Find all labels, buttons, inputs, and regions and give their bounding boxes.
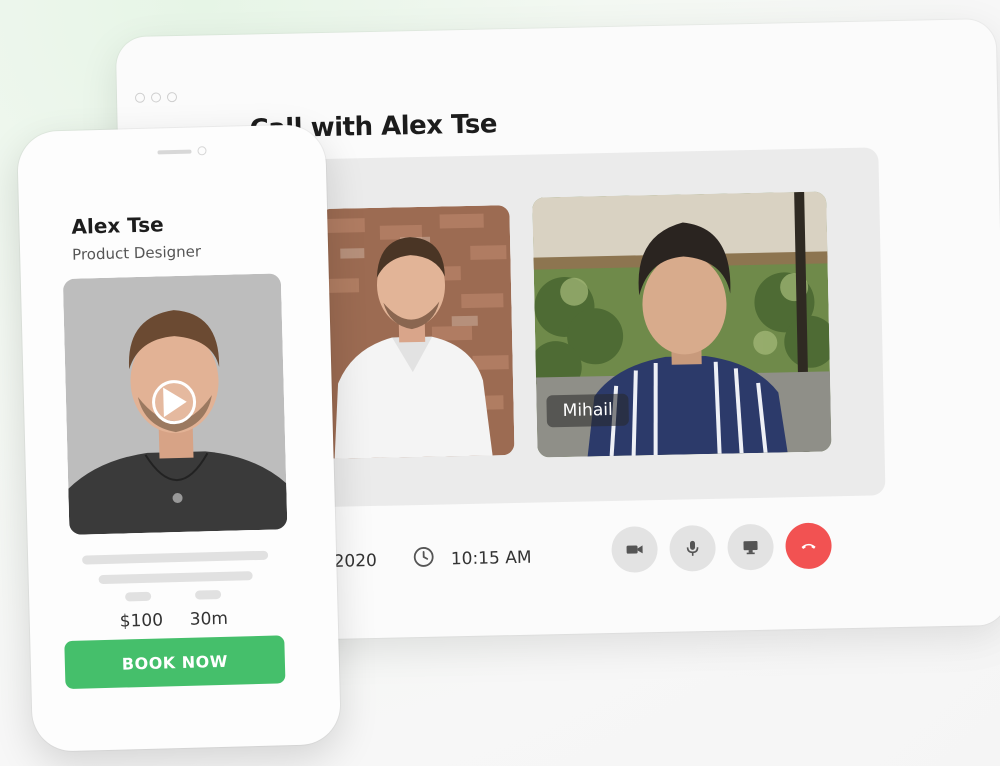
call-time: 10:15 AM	[450, 547, 532, 569]
participant-video-alex	[319, 205, 515, 459]
participant-name-tag: Mihail	[546, 393, 630, 428]
play-icon	[163, 387, 187, 418]
placeholder-line	[125, 591, 152, 602]
window-dot[interactable]	[134, 92, 146, 103]
book-now-button[interactable]: BOOK NOW	[64, 635, 286, 690]
screen-share-icon	[743, 540, 758, 555]
screen-share-button[interactable]	[727, 523, 775, 571]
profile-name: Alex Tse	[71, 212, 164, 239]
video-camera-icon	[626, 545, 643, 554]
video-toggle-button[interactable]	[611, 526, 659, 574]
video-grid: Mihail	[268, 147, 886, 509]
end-call-button[interactable]	[785, 522, 833, 570]
phone-camera	[197, 146, 207, 156]
end-call-icon	[801, 543, 816, 549]
placeholder-line	[82, 550, 269, 565]
play-video-button[interactable]	[151, 379, 197, 425]
window-dot[interactable]	[166, 92, 178, 103]
window-controls	[134, 92, 178, 103]
window-dot[interactable]	[150, 92, 162, 103]
profile-role: Product Designer	[71, 242, 202, 264]
video-tile-alex[interactable]	[319, 205, 515, 459]
session-price: $100	[119, 610, 164, 632]
phone-speaker	[157, 149, 192, 155]
microphone-icon	[686, 540, 699, 556]
video-tile-mihail[interactable]: Mihail	[532, 191, 832, 458]
call-controls	[611, 522, 833, 574]
placeholder-line	[195, 589, 222, 600]
clock-icon	[413, 546, 436, 573]
profile-photo[interactable]	[62, 273, 288, 535]
placeholder-line	[98, 571, 253, 585]
phone-profile-card: Alex Tse Product Designer $100 30m BOOK …	[16, 124, 342, 752]
session-duration: 30m	[189, 608, 229, 630]
call-meta: , 2020 10:15 AM	[322, 544, 532, 575]
mute-button[interactable]	[669, 524, 717, 572]
